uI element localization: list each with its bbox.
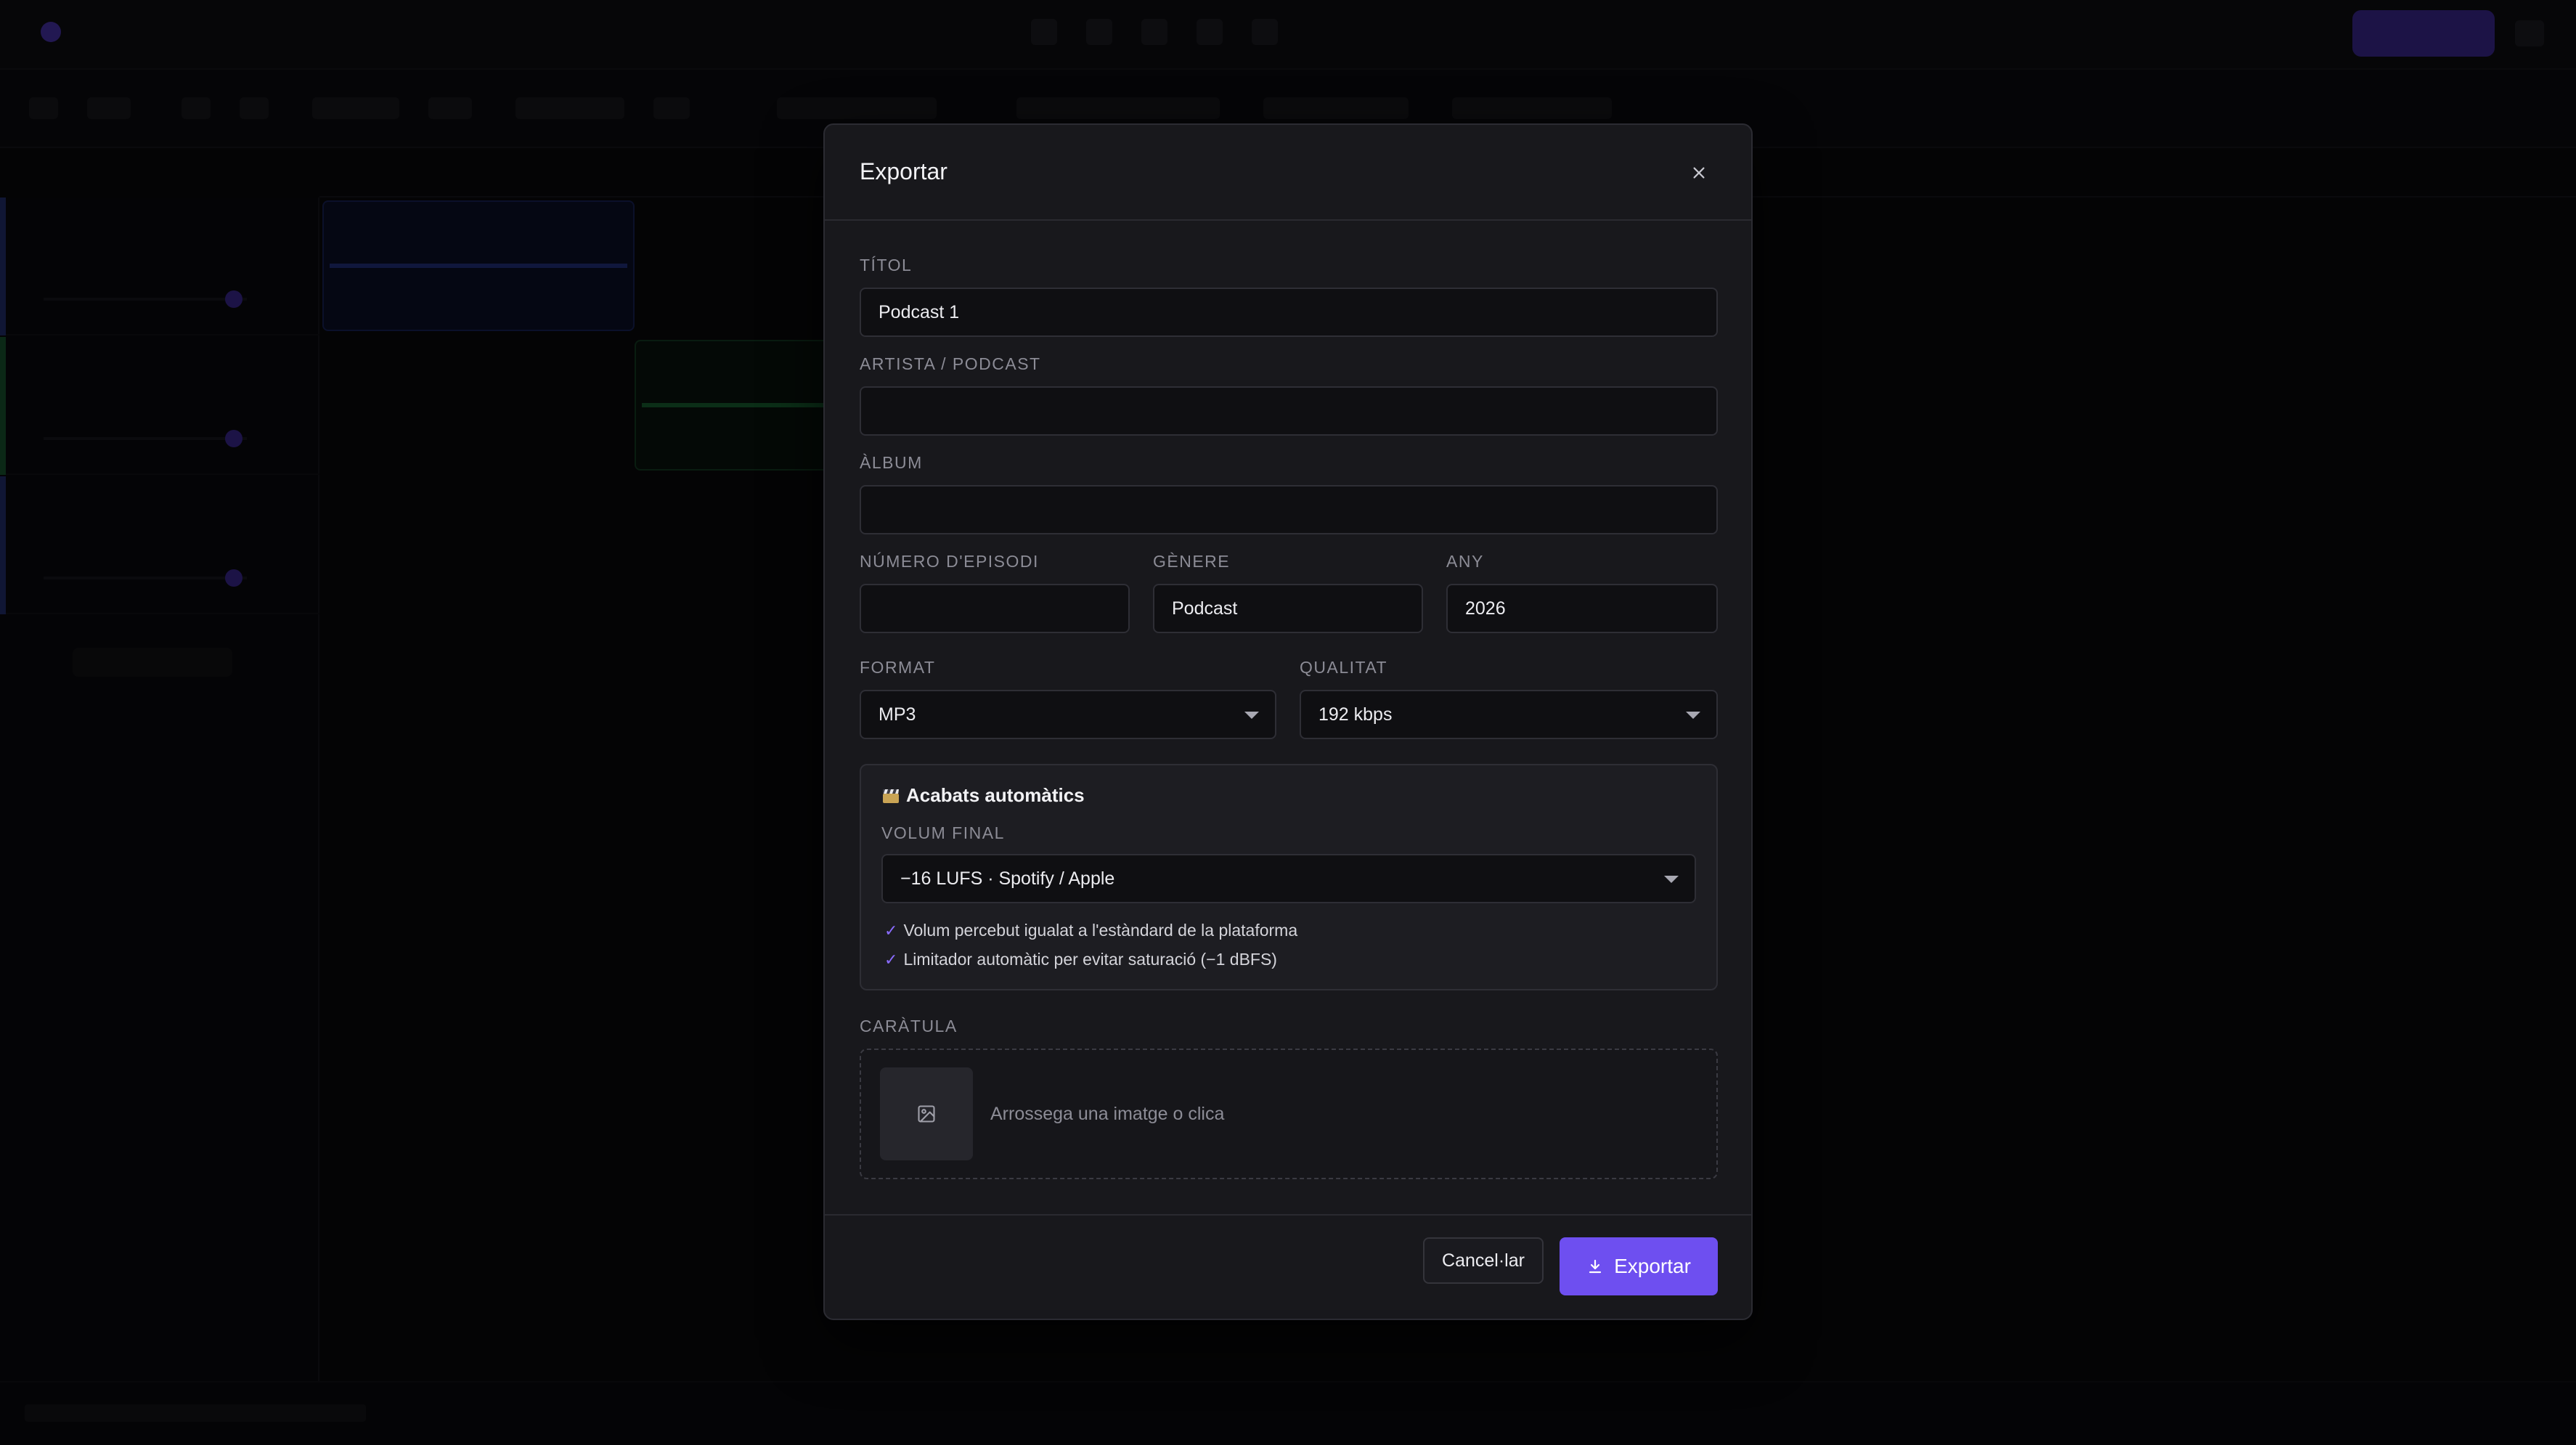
cover-label: Caràtula bbox=[860, 1017, 958, 1035]
title-input[interactable] bbox=[860, 288, 1718, 337]
image-icon bbox=[918, 1105, 935, 1123]
close-button[interactable] bbox=[1682, 155, 1716, 190]
export-label: Exportar bbox=[1614, 1255, 1691, 1277]
cover-dropzone[interactable]: Arrossega una imatge o clica bbox=[860, 1049, 1718, 1179]
dropzone-text: Arrossega una imatge o clica bbox=[990, 1104, 1225, 1124]
episode-label: Número d'episodi bbox=[860, 552, 1039, 571]
mastering-check-item: ✓ Limitador automàtic per evitar saturac… bbox=[884, 950, 1277, 969]
format-select[interactable]: MP3 bbox=[860, 690, 1276, 739]
chevron-down-icon bbox=[1686, 712, 1700, 719]
volume-select[interactable]: −16 LUFS · Spotify / Apple bbox=[881, 854, 1696, 903]
clapperboard-icon bbox=[883, 789, 899, 803]
mastering-check-item: ✓ Volum percebut igualat a l'estàndard d… bbox=[884, 921, 1297, 940]
format-value: MP3 bbox=[879, 704, 916, 725]
check-icon: ✓ bbox=[884, 950, 898, 969]
auto-mastering-panel: Acabats automàtics Volum final −16 LUFS … bbox=[860, 764, 1718, 990]
quality-value: 192 kbps bbox=[1318, 704, 1393, 725]
title-label: Títol bbox=[860, 256, 913, 274]
volume-label: Volum final bbox=[881, 823, 1005, 842]
volume-value: −16 LUFS · Spotify / Apple bbox=[900, 868, 1115, 889]
dialog-title: Exportar bbox=[860, 158, 947, 184]
cancel-button[interactable]: Cancel·lar bbox=[1423, 1237, 1544, 1284]
download-icon bbox=[1589, 1259, 1602, 1274]
mastering-title: Acabats automàtics bbox=[906, 784, 1085, 806]
cover-thumbnail bbox=[880, 1067, 973, 1160]
check-text: Volum percebut igualat a l'estàndard de … bbox=[903, 921, 1298, 940]
mastering-heading: Acabats automàtics bbox=[881, 784, 1085, 807]
quality-select[interactable]: 192 kbps bbox=[1300, 690, 1718, 739]
year-input[interactable] bbox=[1446, 584, 1718, 633]
artist-label: Artista / Podcast bbox=[860, 354, 1041, 373]
album-label: Àlbum bbox=[860, 453, 923, 472]
dialog-footer: Cancel·lar Exportar bbox=[825, 1214, 1751, 1320]
quality-label: Qualitat bbox=[1300, 658, 1388, 677]
export-button[interactable]: Exportar bbox=[1560, 1237, 1718, 1295]
genre-input[interactable] bbox=[1153, 584, 1423, 633]
year-label: Any bbox=[1446, 552, 1484, 571]
export-dialog: Exportar Títol Artista / Podcast Àlbum N… bbox=[823, 123, 1753, 1320]
artist-input[interactable] bbox=[860, 386, 1718, 436]
close-icon bbox=[1693, 167, 1705, 179]
genre-label: Gènere bbox=[1153, 552, 1231, 571]
check-icon: ✓ bbox=[884, 921, 898, 940]
album-input[interactable] bbox=[860, 485, 1718, 534]
dialog-header: Exportar bbox=[825, 125, 1751, 221]
chevron-down-icon bbox=[1664, 876, 1679, 883]
format-label: Format bbox=[860, 658, 936, 677]
check-text: Limitador automàtic per evitar saturació… bbox=[903, 950, 1277, 969]
chevron-down-icon bbox=[1244, 712, 1259, 719]
episode-input[interactable] bbox=[860, 584, 1130, 633]
